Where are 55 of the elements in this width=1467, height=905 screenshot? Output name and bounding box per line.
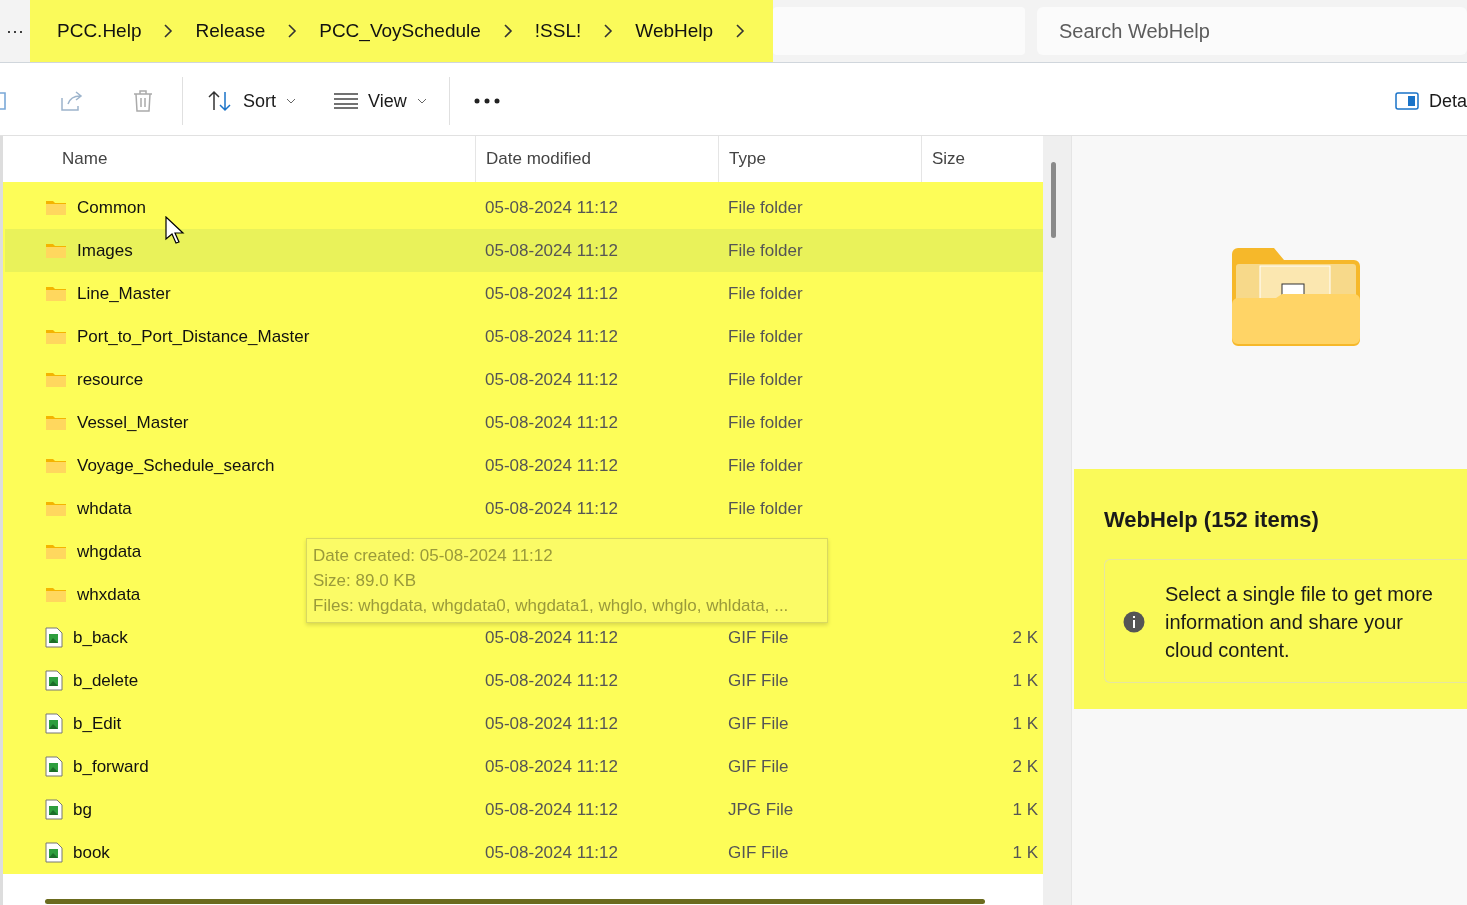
file-name: Voyage_Schedule_search <box>77 455 275 476</box>
file-name: whdata <box>77 498 132 519</box>
file-name: Port_to_Port_Distance_Master <box>77 326 310 347</box>
type-text: File folder <box>727 455 803 475</box>
date-text: 05-08-2024 11:12 <box>484 498 618 518</box>
size-text: 1 K <box>1012 842 1038 862</box>
file-name: b_delete <box>73 670 139 691</box>
type-text: File folder <box>727 326 803 346</box>
tooltip-line: Files: whgdata, whgdata0, whgdata1, whglo, whglo, whldata, ... <box>313 595 790 617</box>
file-name: resource <box>77 369 144 390</box>
date-text: 05-08-2024 11:12 <box>484 713 618 733</box>
date-text: 05-08-2024 11:12 <box>484 240 618 260</box>
type-text: File folder <box>727 369 803 389</box>
date-text: 05-08-2024 11:12 <box>484 756 618 776</box>
file-name: Common <box>77 197 146 218</box>
date-text: 05-08-2024 11:12 <box>484 455 618 475</box>
file-name: Line_Master <box>77 283 171 304</box>
date-text: 05-08-2024 11:12 <box>484 799 618 819</box>
date-text: 05-08-2024 11:12 <box>484 842 618 862</box>
type-text: File folder <box>727 498 803 518</box>
file-name: b_forward <box>73 756 149 777</box>
size-text: 1 K <box>1012 799 1038 819</box>
date-text: 05-08-2024 11:12 <box>484 412 618 432</box>
file-name: whxdata <box>77 584 141 605</box>
file-name: Vessel_Master <box>77 412 189 433</box>
type-text: File folder <box>727 283 803 303</box>
info-text: Select a single file to get more information and share your cloud content. <box>1165 582 1434 663</box>
type-text: File folder <box>727 240 803 260</box>
type-text: GIF File <box>727 627 789 647</box>
tooltip-line: Size: 89.0 KB <box>313 570 417 592</box>
tooltip-line: Date created: 05-08-2024 11:12 <box>313 545 554 567</box>
file-name: book <box>73 842 110 863</box>
date-text: 05-08-2024 11:12 <box>484 197 618 217</box>
date-text: 05-08-2024 11:12 <box>484 627 618 647</box>
type-text: GIF File <box>727 756 789 776</box>
date-text: 05-08-2024 11:12 <box>484 369 618 389</box>
file-name: Images <box>77 240 133 261</box>
file-name: whgdata <box>77 541 142 562</box>
size-text: 2 K <box>1012 756 1038 776</box>
type-text: File folder <box>727 412 803 432</box>
type-text: JPG File <box>727 799 794 819</box>
type-text: GIF File <box>727 670 789 690</box>
size-text: 1 K <box>1012 670 1038 690</box>
details-title: WebHelp (152 items) <box>1104 507 1320 533</box>
type-text: GIF File <box>727 713 789 733</box>
file-name: bg <box>73 799 92 820</box>
date-text: 05-08-2024 11:12 <box>484 283 618 303</box>
size-text: 2 K <box>1012 627 1038 647</box>
file-name: b_back <box>73 627 128 648</box>
date-text: 05-08-2024 11:12 <box>484 326 618 346</box>
file-name: b_Edit <box>73 713 122 734</box>
type-text: GIF File <box>727 842 789 862</box>
size-text: 1 K <box>1012 713 1038 733</box>
date-text: 05-08-2024 11:12 <box>484 670 618 690</box>
type-text: File folder <box>727 197 803 217</box>
